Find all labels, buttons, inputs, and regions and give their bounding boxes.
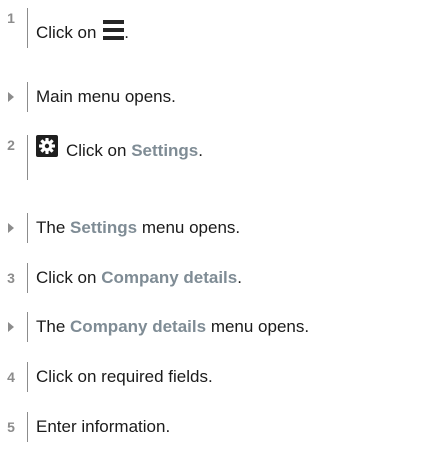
step-divider	[27, 312, 28, 342]
result-text: The Settings menu opens.	[36, 218, 240, 238]
step-divider	[27, 263, 28, 293]
step-text-before: Click on	[66, 141, 127, 160]
result-text-before: The	[36, 218, 66, 237]
step-number: 5	[7, 419, 15, 435]
result-text-after: menu opens.	[210, 317, 310, 336]
step-text-after: .	[198, 141, 203, 160]
settings-label: Settings	[131, 141, 199, 160]
step-text: Click on required fields.	[36, 367, 213, 386]
step-divider	[27, 135, 28, 180]
step-divider	[27, 82, 28, 112]
step-number: 1	[7, 10, 15, 26]
step-text: Click on Company details.	[36, 268, 242, 288]
step-number: 4	[7, 369, 15, 385]
result-arrow-icon	[8, 92, 14, 102]
gear-icon	[36, 135, 58, 157]
step-text: Click on .	[36, 20, 129, 43]
step-text-after: .	[124, 23, 129, 42]
result-arrow-icon	[8, 223, 14, 233]
result-arrow-icon	[8, 322, 14, 332]
step-divider	[27, 213, 28, 243]
step-text: Enter information.	[36, 417, 171, 436]
result-text-before: The	[36, 317, 66, 336]
step-divider	[27, 8, 28, 48]
step-text-before: Click on	[36, 23, 97, 42]
hamburger-menu-icon	[103, 20, 125, 40]
result-text: Main menu opens.	[36, 87, 176, 106]
step-text-after: .	[237, 268, 242, 287]
result-text-after: menu opens.	[141, 218, 241, 237]
result-text: The Company details menu opens.	[36, 317, 309, 337]
step-number: 2	[7, 137, 15, 153]
step-divider	[27, 412, 28, 442]
step-text: Click on Settings.	[66, 141, 203, 161]
step-text-before: Click on	[36, 268, 97, 287]
step-number: 3	[7, 270, 15, 286]
settings-label: Settings	[70, 218, 138, 237]
step-divider	[27, 362, 28, 392]
company-details-label: Company details	[101, 268, 238, 287]
company-details-label: Company details	[70, 317, 207, 336]
